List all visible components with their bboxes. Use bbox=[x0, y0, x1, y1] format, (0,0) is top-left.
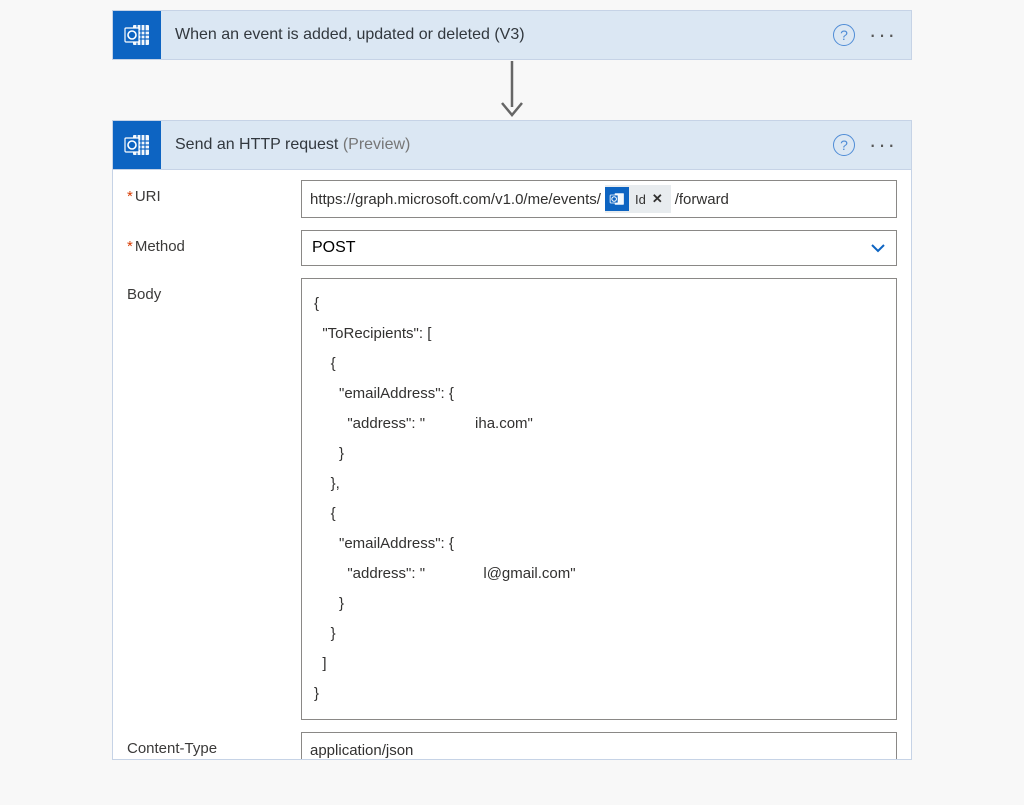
uri-row: *URI https://graph.microsoft.com/v1.0/me… bbox=[127, 180, 897, 218]
action-header[interactable]: Send an HTTP request (Preview) ? ··· bbox=[113, 121, 911, 169]
help-icon[interactable]: ? bbox=[833, 24, 855, 46]
content-type-input[interactable]: application/json bbox=[301, 732, 897, 760]
more-icon[interactable]: ··· bbox=[869, 132, 897, 158]
method-value: POST bbox=[312, 239, 356, 257]
outlook-calendar-icon bbox=[605, 187, 629, 211]
outlook-calendar-icon bbox=[113, 121, 161, 169]
method-row: *Method POST bbox=[127, 230, 897, 266]
trigger-title: When an event is added, updated or delet… bbox=[175, 26, 833, 44]
content-type-row: Content-Type application/json bbox=[127, 732, 897, 760]
uri-label: *URI bbox=[127, 180, 301, 205]
uri-suffix-text: /forward bbox=[675, 191, 729, 208]
body-label: Body bbox=[127, 278, 301, 303]
uri-input[interactable]: https://graph.microsoft.com/v1.0/me/even… bbox=[301, 180, 897, 218]
help-icon[interactable]: ? bbox=[833, 134, 855, 156]
action-title-text: Send an HTTP request bbox=[175, 136, 338, 153]
token-remove-icon[interactable]: ✕ bbox=[652, 191, 663, 207]
body-input[interactable]: { "ToRecipients": [ { "emailAddress": { … bbox=[301, 278, 897, 720]
method-select[interactable]: POST bbox=[301, 230, 897, 266]
trigger-header[interactable]: When an event is added, updated or delet… bbox=[113, 11, 911, 59]
token-label: Id bbox=[635, 192, 646, 207]
method-label: *Method bbox=[127, 230, 301, 255]
content-type-value: application/json bbox=[310, 742, 413, 759]
action-card: Send an HTTP request (Preview) ? ··· *UR… bbox=[112, 120, 912, 760]
connector-arrow bbox=[498, 60, 526, 120]
more-icon[interactable]: ··· bbox=[869, 22, 897, 48]
outlook-calendar-icon bbox=[113, 11, 161, 59]
trigger-card[interactable]: When an event is added, updated or delet… bbox=[112, 10, 912, 60]
content-type-label: Content-Type bbox=[127, 732, 301, 757]
preview-badge: (Preview) bbox=[343, 136, 411, 153]
uri-prefix-text: https://graph.microsoft.com/v1.0/me/even… bbox=[310, 191, 601, 208]
dynamic-token-id[interactable]: Id ✕ bbox=[605, 185, 671, 213]
body-row: Body { "ToRecipients": [ { "emailAddress… bbox=[127, 278, 897, 720]
chevron-down-icon bbox=[870, 240, 886, 256]
action-title: Send an HTTP request (Preview) bbox=[175, 136, 833, 154]
action-body: *URI https://graph.microsoft.com/v1.0/me… bbox=[113, 169, 911, 760]
